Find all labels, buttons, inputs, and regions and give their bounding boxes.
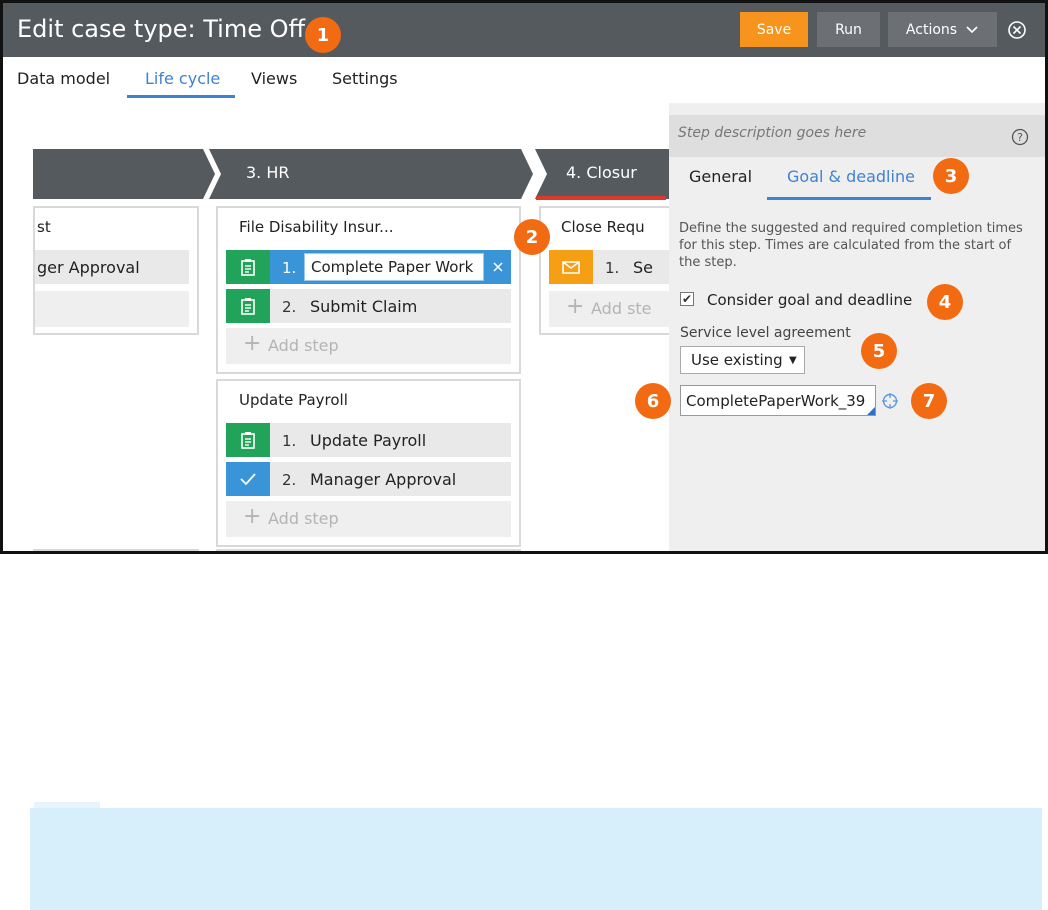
- step-label: Se: [633, 258, 653, 277]
- consider-goal-checkbox[interactable]: ✔: [680, 292, 694, 306]
- step-label: Submit Claim: [310, 297, 418, 316]
- add-step-button[interactable]: [35, 291, 189, 327]
- consider-goal-label: Consider goal and deadline: [707, 291, 913, 309]
- add-step-button[interactable]: + Add step: [226, 328, 511, 364]
- check-icon: [226, 462, 270, 496]
- process-card-close-request[interactable]: Close Requ 1. Se + Add ste: [539, 206, 669, 335]
- tab-life-cycle[interactable]: Life cycle: [145, 69, 220, 88]
- tab-views[interactable]: Views: [251, 69, 297, 88]
- process-title: Update Payroll: [239, 391, 348, 409]
- tab-data-model[interactable]: Data model: [17, 69, 110, 88]
- sla-select-value: Use existing: [691, 351, 783, 369]
- step-number: 2.: [282, 298, 297, 316]
- step-row-selected[interactable]: 1. Complete Paper Work: [226, 250, 511, 284]
- svg-text:?: ?: [1017, 131, 1023, 144]
- stage-label-closure: 4. Closur: [566, 163, 637, 182]
- add-step-button[interactable]: + Add ste: [549, 291, 669, 327]
- header-bar: Edit case type: Time Off Save Run Action…: [3, 3, 1045, 57]
- goal-deadline-description: Define the suggested and required comple…: [679, 221, 1023, 270]
- callout-badge-2: 2: [514, 219, 550, 255]
- actions-button[interactable]: Actions: [888, 12, 997, 47]
- tab-settings[interactable]: Settings: [332, 69, 398, 88]
- process-card-file-disability[interactable]: File Disability Insur... 1. Complete Pap…: [216, 206, 521, 374]
- run-button[interactable]: Run: [817, 12, 880, 47]
- step-name-value: Complete Paper Work: [311, 258, 474, 276]
- crosshair-icon[interactable]: [881, 392, 899, 410]
- note-box: [30, 808, 1042, 910]
- callout-badge-3: 3: [933, 158, 969, 194]
- sla-label: Service level agreement: [680, 325, 851, 341]
- envelope-icon: [549, 250, 593, 284]
- app-window: Edit case type: Time Off Save Run Action…: [0, 0, 1048, 554]
- process-card-partial-next: [33, 549, 199, 551]
- step-row[interactable]: ger Approval: [35, 250, 189, 284]
- process-title: Close Requ: [561, 218, 645, 236]
- life-cycle-canvas: 3. HR 4. Closur st ger Approval File Dis…: [3, 103, 669, 551]
- step-number: 2.: [282, 471, 297, 489]
- page-title: Edit case type: Time Off: [17, 15, 306, 43]
- step-number: 1.: [282, 259, 297, 277]
- chevron-down-icon: [966, 25, 978, 33]
- stage-indicator: [536, 196, 666, 200]
- step-number: 1.: [282, 432, 297, 450]
- callout-badge-6: 6: [635, 383, 671, 419]
- tab-goal-deadline[interactable]: Goal & deadline: [787, 167, 915, 186]
- stage-label-hr: 3. HR: [246, 163, 290, 182]
- stage-chevron-previous[interactable]: [3, 149, 223, 199]
- step-number: 1.: [605, 259, 620, 277]
- tab-bar: Data model Life cycle Views Settings: [3, 57, 1045, 103]
- active-panel-tab-indicator: [767, 197, 931, 200]
- plus-icon: +: [243, 504, 262, 529]
- step-label: ger Approval: [37, 258, 140, 277]
- autocomplete-corner-icon: [867, 407, 875, 415]
- save-button[interactable]: Save: [740, 12, 808, 47]
- tab-general[interactable]: General: [689, 167, 752, 186]
- step-row[interactable]: 2. Manager Approval: [226, 462, 511, 496]
- callout-badge-5: 5: [861, 333, 897, 369]
- dropdown-arrow-icon: ▼: [789, 355, 797, 366]
- step-row[interactable]: 1. Update Payroll: [226, 423, 511, 457]
- callout-badge-1: 1: [305, 17, 341, 53]
- process-title: st: [37, 218, 51, 236]
- actions-label: Actions: [905, 21, 958, 38]
- add-step-label: Add step: [268, 336, 339, 355]
- active-tab-indicator: [127, 95, 235, 98]
- step-name-input[interactable]: Complete Paper Work: [304, 253, 484, 281]
- step-row[interactable]: 1. Se: [549, 250, 669, 284]
- process-card-partial[interactable]: st ger Approval: [33, 206, 199, 335]
- step-description-placeholder: Step description goes here: [678, 125, 867, 141]
- close-icon[interactable]: [1007, 20, 1027, 40]
- step-row[interactable]: 2. Submit Claim: [226, 289, 511, 323]
- form-icon: [226, 250, 270, 284]
- step-label: Update Payroll: [310, 431, 427, 450]
- step-description-field[interactable]: Step description goes here ?: [669, 115, 1045, 157]
- process-card-next[interactable]: [216, 549, 521, 551]
- step-label: Manager Approval: [310, 470, 457, 489]
- sla-name-value: CompletePaperWork_39: [686, 392, 866, 410]
- delete-step-icon[interactable]: [492, 261, 504, 273]
- sla-name-input[interactable]: CompletePaperWork_39: [680, 385, 876, 416]
- process-title: File Disability Insur...: [239, 218, 394, 236]
- plus-icon: +: [243, 331, 262, 356]
- plus-icon: +: [566, 294, 585, 319]
- add-step-label: Add step: [268, 509, 339, 528]
- add-step-label: Add ste: [591, 299, 652, 318]
- sla-select[interactable]: Use existing ▼: [680, 346, 805, 374]
- callout-badge-4: 4: [927, 284, 963, 320]
- process-card-update-payroll[interactable]: Update Payroll 1. Update Payroll 2. Mana…: [216, 379, 521, 547]
- callout-badge-7: 7: [911, 383, 947, 419]
- add-step-button[interactable]: + Add step: [226, 501, 511, 537]
- form-icon: [226, 423, 270, 457]
- form-icon: [226, 289, 270, 323]
- help-icon[interactable]: ?: [1011, 128, 1029, 146]
- step-properties-panel: Step description goes here ? General Goa…: [669, 103, 1045, 551]
